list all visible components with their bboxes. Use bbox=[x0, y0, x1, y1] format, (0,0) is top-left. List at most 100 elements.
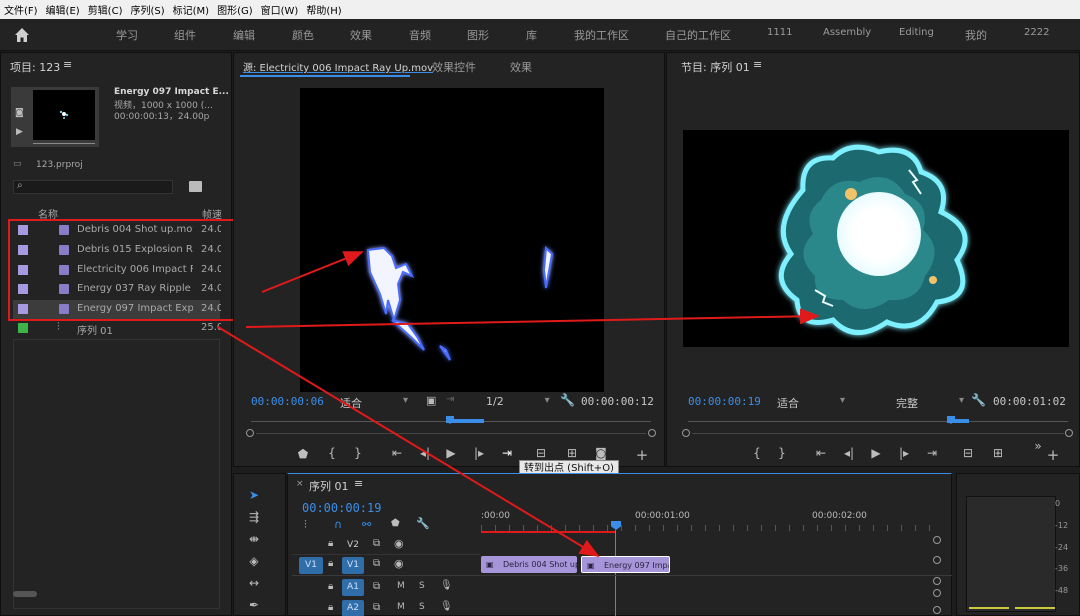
program-step-forward-icon[interactable]: |▸ bbox=[896, 446, 912, 460]
selection-tool-icon[interactable]: ➤ bbox=[244, 488, 264, 506]
menu-window[interactable]: 窗口(W) bbox=[261, 2, 299, 17]
list-item-sequence-01[interactable]: ⫶ 序列 01 25.0 bbox=[13, 319, 221, 338]
v1-sync-icon[interactable]: ⧉ bbox=[373, 558, 380, 569]
ws-editing[interactable]: Editing bbox=[899, 27, 934, 38]
program-go-to-out-icon[interactable]: ⇥ bbox=[924, 446, 940, 460]
go-to-out-icon[interactable]: ⇥ bbox=[499, 446, 515, 460]
new-bin-icon[interactable] bbox=[189, 181, 202, 192]
a2-lock-icon[interactable]: 🔒︎ bbox=[328, 602, 333, 613]
program-timecode[interactable]: 00:00:00:19 bbox=[688, 395, 761, 408]
thumb-scrubber[interactable] bbox=[33, 143, 95, 144]
menu-edit[interactable]: 编辑(E) bbox=[46, 2, 80, 17]
source-timecode[interactable]: 00:00:00:06 bbox=[251, 395, 324, 408]
v1-source-patch[interactable]: V1 bbox=[299, 557, 323, 574]
ws-editing-cn[interactable]: 编辑 bbox=[233, 27, 255, 43]
close-tab-icon[interactable]: × bbox=[296, 479, 304, 489]
v-zoom-mid3[interactable] bbox=[933, 589, 941, 597]
v1-lock-icon[interactable]: 🔒︎ bbox=[328, 558, 333, 569]
v2-eye-icon[interactable]: ◉ bbox=[394, 537, 404, 550]
program-menu-icon[interactable]: ≡ bbox=[753, 58, 762, 71]
menu-clip[interactable]: 剪辑(C) bbox=[88, 2, 123, 17]
ws-own-workspace[interactable]: 自己的工作区 bbox=[665, 27, 731, 43]
mark-out-icon[interactable]: } bbox=[350, 446, 366, 460]
timeline-menu-icon[interactable]: ≡ bbox=[354, 477, 363, 490]
mark-in-icon[interactable]: { bbox=[324, 446, 340, 460]
v2-lock-icon[interactable]: 🔒︎ bbox=[328, 538, 333, 549]
ws-1111[interactable]: 1111 bbox=[767, 27, 792, 38]
a1-mute[interactable]: M bbox=[397, 581, 405, 591]
program-fit-dropdown[interactable]: 适合 bbox=[777, 395, 845, 411]
program-button-editor-plus-icon[interactable]: + bbox=[1045, 446, 1061, 464]
lift-icon[interactable]: ⊟ bbox=[960, 446, 976, 460]
menu-file[interactable]: 文件(F) bbox=[4, 2, 38, 17]
ws-assembly[interactable]: Assembly bbox=[823, 27, 871, 38]
timeline-settings-icon[interactable]: 🔧 bbox=[416, 517, 430, 530]
linked-selection-icon[interactable]: ⚯ bbox=[362, 518, 371, 531]
menu-sequence[interactable]: 序列(S) bbox=[130, 2, 164, 17]
ws-assembly-cn[interactable]: 组件 bbox=[174, 27, 196, 43]
a1-sync-icon[interactable]: ⧉ bbox=[373, 581, 380, 592]
export-frame-icon[interactable]: ◙ bbox=[593, 446, 609, 460]
play-thumbnail-icon[interactable]: ▶ bbox=[16, 127, 23, 137]
track-select-tool-icon[interactable]: ⇶ bbox=[244, 510, 264, 528]
menu-help[interactable]: 帮助(H) bbox=[306, 2, 341, 17]
program-zoom-left[interactable] bbox=[682, 429, 690, 437]
program-mark-in-icon[interactable]: { bbox=[749, 446, 765, 460]
ws-mine[interactable]: 我的 bbox=[965, 27, 987, 43]
a1-solo[interactable]: S bbox=[419, 581, 425, 591]
home-icon[interactable] bbox=[13, 26, 31, 44]
timeline-timecode[interactable]: 00:00:00:19 bbox=[302, 501, 381, 515]
slip-tool-icon[interactable]: ↔ bbox=[244, 576, 264, 594]
a1-lock-icon[interactable]: 🔒︎ bbox=[328, 581, 333, 592]
razor-tool-icon[interactable]: ◈ bbox=[244, 554, 264, 572]
button-editor-plus-icon[interactable]: + bbox=[634, 446, 650, 464]
overwrite-icon[interactable]: ⊞ bbox=[564, 446, 580, 460]
v1-eye-icon[interactable]: ◉ bbox=[394, 557, 404, 570]
source-fit-dropdown[interactable]: 适合 bbox=[340, 395, 408, 411]
v-zoom-mid2[interactable] bbox=[933, 577, 941, 585]
timeline-tab[interactable]: 序列 01 bbox=[309, 478, 349, 494]
extract-icon[interactable]: ⊞ bbox=[990, 446, 1006, 460]
more-controls-icon[interactable]: » bbox=[1030, 439, 1046, 453]
step-back-icon[interactable]: ◂| bbox=[417, 446, 433, 460]
program-play-icon[interactable]: ▶ bbox=[868, 446, 884, 460]
program-time-ruler[interactable] bbox=[688, 421, 1068, 422]
ws-my-workspace[interactable]: 我的工作区 bbox=[574, 27, 629, 43]
snap-icon[interactable]: ∩ bbox=[334, 518, 342, 531]
insert-icon[interactable]: ⊟ bbox=[533, 446, 549, 460]
menu-markers[interactable]: 标记(M) bbox=[173, 2, 209, 17]
v-zoom-bottom[interactable] bbox=[933, 606, 941, 614]
v-zoom-top[interactable] bbox=[933, 536, 941, 544]
a2-solo[interactable]: S bbox=[419, 602, 425, 612]
a2-voiceover-icon[interactable]: 🎙︎ bbox=[440, 601, 453, 612]
nest-icon[interactable]: ⫶ bbox=[304, 518, 307, 532]
a2-mute[interactable]: M bbox=[397, 602, 405, 612]
a1-target[interactable]: A1 bbox=[342, 579, 364, 596]
source-zoom-bar[interactable] bbox=[256, 433, 646, 434]
add-marker-icon[interactable]: ⬟ bbox=[295, 447, 311, 461]
menu-graphics[interactable]: 图形(G) bbox=[217, 2, 253, 17]
source-wrench-icon[interactable]: 🔧 bbox=[560, 393, 575, 407]
source-video-viewer[interactable] bbox=[300, 88, 604, 392]
program-step-back-icon[interactable]: ◂| bbox=[841, 446, 857, 460]
program-zoom-bar[interactable] bbox=[692, 433, 1064, 434]
tab-effects[interactable]: 效果 bbox=[510, 59, 532, 75]
program-quality-dropdown[interactable]: 完整 bbox=[896, 395, 964, 411]
ws-graphics[interactable]: 图形 bbox=[467, 27, 489, 43]
program-video-viewer[interactable] bbox=[683, 130, 1069, 347]
program-wrench-icon[interactable]: 🔧 bbox=[971, 393, 986, 407]
source-zoom-left[interactable] bbox=[246, 429, 254, 437]
ws-color[interactable]: 颜色 bbox=[292, 27, 314, 43]
clip-debris-004[interactable]: ▣ Debris 004 Shot up.m bbox=[481, 556, 577, 573]
tab-source[interactable]: 源: Electricity 006 Impact Ray Up.mov bbox=[243, 59, 433, 74]
preview-thumbnail[interactable] bbox=[33, 90, 95, 140]
play-icon[interactable]: ▶ bbox=[443, 446, 459, 460]
a2-sync-icon[interactable]: ⧉ bbox=[373, 602, 380, 613]
clip-energy-097[interactable]: ▣ Energy 097 Impact bbox=[581, 556, 670, 573]
insert-overlay-icon[interactable]: ⇥ bbox=[446, 394, 454, 405]
go-to-in-icon[interactable]: ⇤ bbox=[389, 446, 405, 460]
source-resolution-dropdown[interactable]: 1/2 bbox=[486, 395, 549, 408]
program-mark-out-icon[interactable]: } bbox=[774, 446, 790, 460]
tab-effect-controls[interactable]: 效果控件 bbox=[432, 59, 476, 75]
v2-sync-icon[interactable]: ⧉ bbox=[373, 538, 380, 549]
